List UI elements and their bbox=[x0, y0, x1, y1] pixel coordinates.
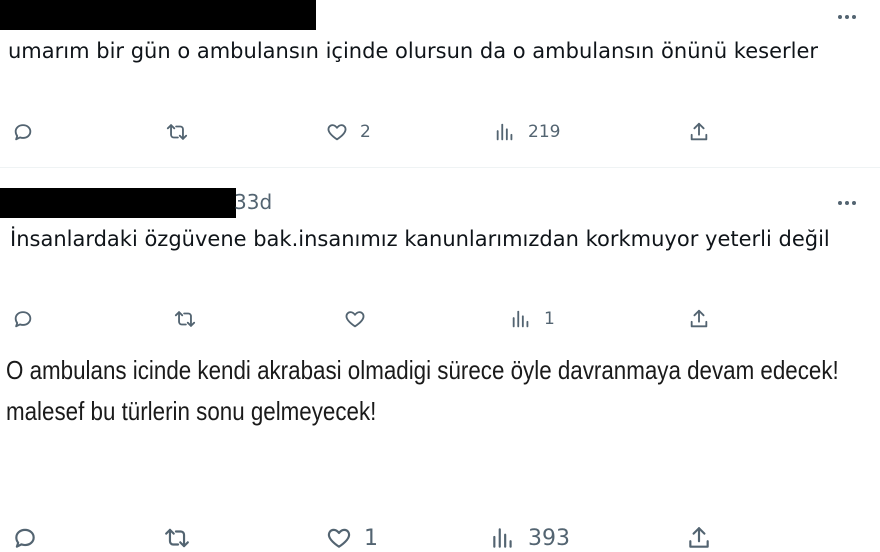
retweet-icon bbox=[166, 124, 188, 140]
share-icon bbox=[690, 122, 708, 141]
tweet-text: umarım bir gün o ambulansın içinde olurs… bbox=[8, 39, 819, 63]
heart-icon bbox=[327, 124, 347, 141]
tweet-actions: 1 393 bbox=[0, 524, 880, 552]
like-button[interactable]: 2 bbox=[326, 118, 371, 146]
reply-icon bbox=[14, 124, 32, 141]
reply-button[interactable] bbox=[12, 305, 46, 333]
tweet-handle-fragment: 33d bbox=[234, 190, 273, 214]
reply-button[interactable] bbox=[12, 118, 46, 146]
retweet-icon bbox=[165, 528, 189, 548]
more-options-icon[interactable] bbox=[834, 196, 860, 210]
tweet-3[interactable]: O ambulans icinde kendi akrabasi olmadig… bbox=[0, 342, 880, 552]
share-icon bbox=[690, 309, 708, 328]
share-icon bbox=[689, 527, 709, 548]
heart-icon bbox=[345, 311, 365, 328]
share-button[interactable] bbox=[688, 118, 722, 146]
tweet-text: İnsanlardaki özgüvene bak.insanımız kanu… bbox=[10, 227, 830, 251]
views-count: 219 bbox=[528, 122, 561, 142]
like-button[interactable] bbox=[344, 305, 378, 333]
retweet-button[interactable] bbox=[174, 305, 208, 333]
views-chart-icon bbox=[512, 310, 529, 328]
reply-button[interactable] bbox=[12, 524, 50, 552]
views-count: 1 bbox=[544, 309, 555, 329]
views-chart-icon bbox=[493, 528, 512, 548]
tweet-text: O ambulans icinde kendi akrabasi olmadig… bbox=[6, 355, 839, 426]
tweet-actions: 2 219 bbox=[0, 118, 880, 146]
retweet-button[interactable] bbox=[164, 524, 202, 552]
share-button[interactable] bbox=[686, 524, 724, 552]
redacted-author bbox=[0, 188, 236, 218]
tweet-1[interactable]: umarım bir gün o ambulansın içinde olurs… bbox=[0, 0, 880, 168]
redacted-author bbox=[0, 0, 316, 30]
views-button[interactable]: 219 bbox=[494, 118, 560, 146]
views-count: 393 bbox=[528, 525, 570, 551]
like-button[interactable]: 1 bbox=[326, 524, 378, 552]
tweet-actions: 1 bbox=[0, 305, 880, 333]
like-count: 1 bbox=[364, 525, 378, 551]
tweet-2[interactable]: 33d İnsanlardaki özgüvene bak.insanımız … bbox=[0, 168, 880, 342]
more-options-icon[interactable] bbox=[834, 10, 860, 24]
retweet-icon bbox=[174, 311, 196, 327]
views-chart-icon bbox=[496, 123, 513, 141]
share-button[interactable] bbox=[688, 305, 722, 333]
reply-icon bbox=[14, 311, 32, 328]
reply-icon bbox=[15, 528, 35, 548]
views-button[interactable]: 393 bbox=[490, 524, 570, 552]
views-button[interactable]: 1 bbox=[510, 305, 555, 333]
retweet-button[interactable] bbox=[166, 118, 200, 146]
heart-icon bbox=[327, 528, 351, 548]
like-count: 2 bbox=[360, 122, 371, 142]
